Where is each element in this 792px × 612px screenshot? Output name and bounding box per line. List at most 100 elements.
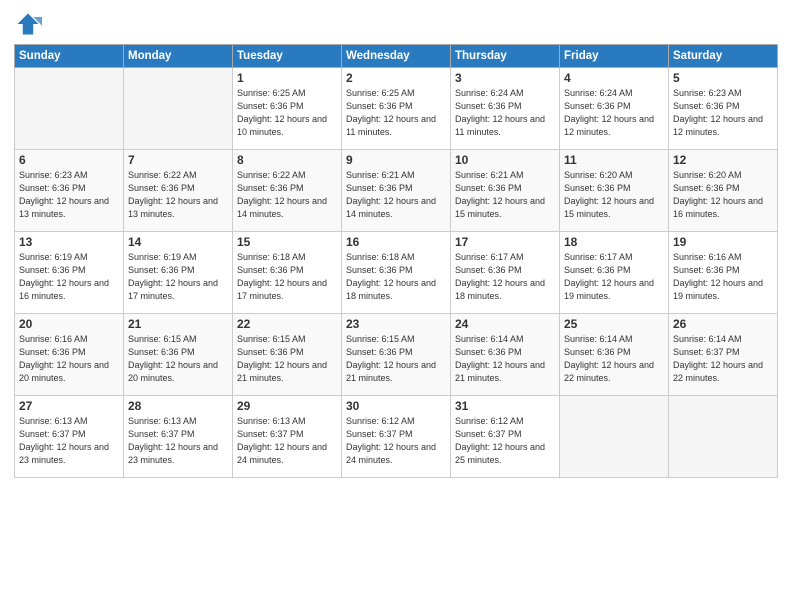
calendar-day-cell: 11Sunrise: 6:20 AM Sunset: 6:36 PM Dayli…: [560, 150, 669, 232]
calendar-day-cell: 5 Sunrise: 6:23 AM Sunset: 6:36 PM Daylig…: [669, 68, 778, 150]
day-number: 15: [237, 235, 337, 249]
day-number: 21: [128, 317, 228, 331]
calendar-day-cell: 30 Sunrise: 6:12 AM Sunset: 6:37 PM Dayli…: [342, 396, 451, 478]
calendar-day-cell: 28 Sunrise: 6:13 AM Sunset: 6:37 PM Dayli…: [124, 396, 233, 478]
calendar-col-header: Tuesday: [233, 45, 342, 68]
calendar-day-cell: 19 Sunrise: 6:16 AM Sunset: 6:36 PM Dayli…: [669, 232, 778, 314]
day-info: Sunrise: 6:14 AM Sunset: 6:37 PM Dayligh…: [673, 333, 773, 385]
calendar-day-cell: 15 Sunrise: 6:18 AM Sunset: 6:36 PM Dayli…: [233, 232, 342, 314]
day-number: 11: [564, 153, 664, 167]
day-number: 31: [455, 399, 555, 413]
calendar-day-cell: 1Sunrise: 6:25 AM Sunset: 6:36 PM Daylig…: [233, 68, 342, 150]
day-number: 23: [346, 317, 446, 331]
day-number: 6: [19, 153, 119, 167]
day-number: 3: [455, 71, 555, 85]
logo: [14, 10, 46, 38]
day-number: 2: [346, 71, 446, 85]
day-info: Sunrise: 6:13 AM Sunset: 6:37 PM Dayligh…: [237, 415, 337, 467]
calendar-day-cell: 13 Sunrise: 6:19 AM Sunset: 6:36 PM Dayli…: [15, 232, 124, 314]
calendar-day-cell: 27Sunrise: 6:13 AM Sunset: 6:37 PM Dayli…: [15, 396, 124, 478]
calendar-header-row: SundayMondayTuesdayWednesdayThursdayFrid…: [15, 45, 778, 68]
day-info: Sunrise: 6:23 AM Sunset: 6:36 PM Dayligh…: [19, 169, 119, 221]
calendar-col-header: Saturday: [669, 45, 778, 68]
calendar-day-cell: [124, 68, 233, 150]
day-info: Sunrise: 6:23 AM Sunset: 6:36 PM Dayligh…: [673, 87, 773, 139]
calendar-day-cell: 21Sunrise: 6:15 AM Sunset: 6:36 PM Dayli…: [124, 314, 233, 396]
calendar-col-header: Sunday: [15, 45, 124, 68]
calendar-day-cell: 18 Sunrise: 6:17 AM Sunset: 6:36 PM Dayli…: [560, 232, 669, 314]
day-number: 26: [673, 317, 773, 331]
day-number: 17: [455, 235, 555, 249]
day-number: 19: [673, 235, 773, 249]
day-info: Sunrise: 6:19 AM Sunset: 6:36 PM Dayligh…: [128, 251, 228, 303]
calendar-day-cell: 25 Sunrise: 6:14 AM Sunset: 6:36 PM Dayli…: [560, 314, 669, 396]
day-info: Sunrise: 6:15 AM Sunset: 6:36 PM Dayligh…: [237, 333, 337, 385]
day-number: 30: [346, 399, 446, 413]
calendar-day-cell: 10 Sunrise: 6:21 AM Sunset: 6:36 PM Dayli…: [451, 150, 560, 232]
day-info: Sunrise: 6:21 AM Sunset: 6:36 PM Dayligh…: [455, 169, 555, 221]
calendar-day-cell: 3 Sunrise: 6:24 AM Sunset: 6:36 PM Daylig…: [451, 68, 560, 150]
calendar-col-header: Wednesday: [342, 45, 451, 68]
calendar-week-row: 20Sunrise: 6:16 AM Sunset: 6:36 PM Dayli…: [15, 314, 778, 396]
day-number: 14: [128, 235, 228, 249]
day-number: 20: [19, 317, 119, 331]
calendar-day-cell: 20Sunrise: 6:16 AM Sunset: 6:36 PM Dayli…: [15, 314, 124, 396]
day-number: 10: [455, 153, 555, 167]
day-number: 16: [346, 235, 446, 249]
calendar-day-cell: [669, 396, 778, 478]
logo-icon: [14, 10, 42, 38]
day-info: Sunrise: 6:25 AM Sunset: 6:36 PM Dayligh…: [346, 87, 446, 139]
day-info: Sunrise: 6:13 AM Sunset: 6:37 PM Dayligh…: [128, 415, 228, 467]
calendar-day-cell: 4Sunrise: 6:24 AM Sunset: 6:36 PM Daylig…: [560, 68, 669, 150]
day-number: 7: [128, 153, 228, 167]
calendar-week-row: 13 Sunrise: 6:19 AM Sunset: 6:36 PM Dayli…: [15, 232, 778, 314]
day-number: 28: [128, 399, 228, 413]
day-info: Sunrise: 6:24 AM Sunset: 6:36 PM Dayligh…: [564, 87, 664, 139]
page: SundayMondayTuesdayWednesdayThursdayFrid…: [0, 0, 792, 612]
day-number: 13: [19, 235, 119, 249]
day-number: 1: [237, 71, 337, 85]
day-info: Sunrise: 6:17 AM Sunset: 6:36 PM Dayligh…: [455, 251, 555, 303]
calendar-day-cell: 7 Sunrise: 6:22 AM Sunset: 6:36 PM Daylig…: [124, 150, 233, 232]
day-info: Sunrise: 6:12 AM Sunset: 6:37 PM Dayligh…: [455, 415, 555, 467]
calendar-col-header: Thursday: [451, 45, 560, 68]
calendar-day-cell: 12Sunrise: 6:20 AM Sunset: 6:36 PM Dayli…: [669, 150, 778, 232]
calendar-day-cell: [560, 396, 669, 478]
day-info: Sunrise: 6:15 AM Sunset: 6:36 PM Dayligh…: [346, 333, 446, 385]
day-info: Sunrise: 6:12 AM Sunset: 6:37 PM Dayligh…: [346, 415, 446, 467]
day-number: 18: [564, 235, 664, 249]
day-number: 27: [19, 399, 119, 413]
day-info: Sunrise: 6:21 AM Sunset: 6:36 PM Dayligh…: [346, 169, 446, 221]
day-info: Sunrise: 6:18 AM Sunset: 6:36 PM Dayligh…: [237, 251, 337, 303]
calendar-col-header: Friday: [560, 45, 669, 68]
day-info: Sunrise: 6:17 AM Sunset: 6:36 PM Dayligh…: [564, 251, 664, 303]
day-info: Sunrise: 6:18 AM Sunset: 6:36 PM Dayligh…: [346, 251, 446, 303]
calendar-day-cell: 14 Sunrise: 6:19 AM Sunset: 6:36 PM Dayli…: [124, 232, 233, 314]
calendar-day-cell: 24 Sunrise: 6:14 AM Sunset: 6:36 PM Dayli…: [451, 314, 560, 396]
calendar-day-cell: 29 Sunrise: 6:13 AM Sunset: 6:37 PM Dayli…: [233, 396, 342, 478]
calendar-day-cell: 16 Sunrise: 6:18 AM Sunset: 6:36 PM Dayli…: [342, 232, 451, 314]
day-info: Sunrise: 6:24 AM Sunset: 6:36 PM Dayligh…: [455, 87, 555, 139]
day-info: Sunrise: 6:14 AM Sunset: 6:36 PM Dayligh…: [564, 333, 664, 385]
day-info: Sunrise: 6:16 AM Sunset: 6:36 PM Dayligh…: [673, 251, 773, 303]
day-info: Sunrise: 6:22 AM Sunset: 6:36 PM Dayligh…: [128, 169, 228, 221]
day-number: 29: [237, 399, 337, 413]
day-info: Sunrise: 6:19 AM Sunset: 6:36 PM Dayligh…: [19, 251, 119, 303]
day-number: 24: [455, 317, 555, 331]
calendar-day-cell: 17 Sunrise: 6:17 AM Sunset: 6:36 PM Dayli…: [451, 232, 560, 314]
calendar: SundayMondayTuesdayWednesdayThursdayFrid…: [14, 44, 778, 478]
day-info: Sunrise: 6:22 AM Sunset: 6:36 PM Dayligh…: [237, 169, 337, 221]
calendar-day-cell: [15, 68, 124, 150]
day-info: Sunrise: 6:14 AM Sunset: 6:36 PM Dayligh…: [455, 333, 555, 385]
calendar-day-cell: 8Sunrise: 6:22 AM Sunset: 6:36 PM Daylig…: [233, 150, 342, 232]
calendar-day-cell: 2 Sunrise: 6:25 AM Sunset: 6:36 PM Daylig…: [342, 68, 451, 150]
calendar-day-cell: 31 Sunrise: 6:12 AM Sunset: 6:37 PM Dayli…: [451, 396, 560, 478]
header: [14, 10, 778, 38]
day-number: 22: [237, 317, 337, 331]
day-info: Sunrise: 6:20 AM Sunset: 6:36 PM Dayligh…: [673, 169, 773, 221]
calendar-week-row: 1 Sunrise: 6:25 AM Sunset: 6:36 PM Daylig…: [15, 68, 778, 150]
day-number: 25: [564, 317, 664, 331]
day-number: 9: [346, 153, 446, 167]
day-number: 5: [673, 71, 773, 85]
calendar-day-cell: 22 Sunrise: 6:15 AM Sunset: 6:36 PM Dayli…: [233, 314, 342, 396]
